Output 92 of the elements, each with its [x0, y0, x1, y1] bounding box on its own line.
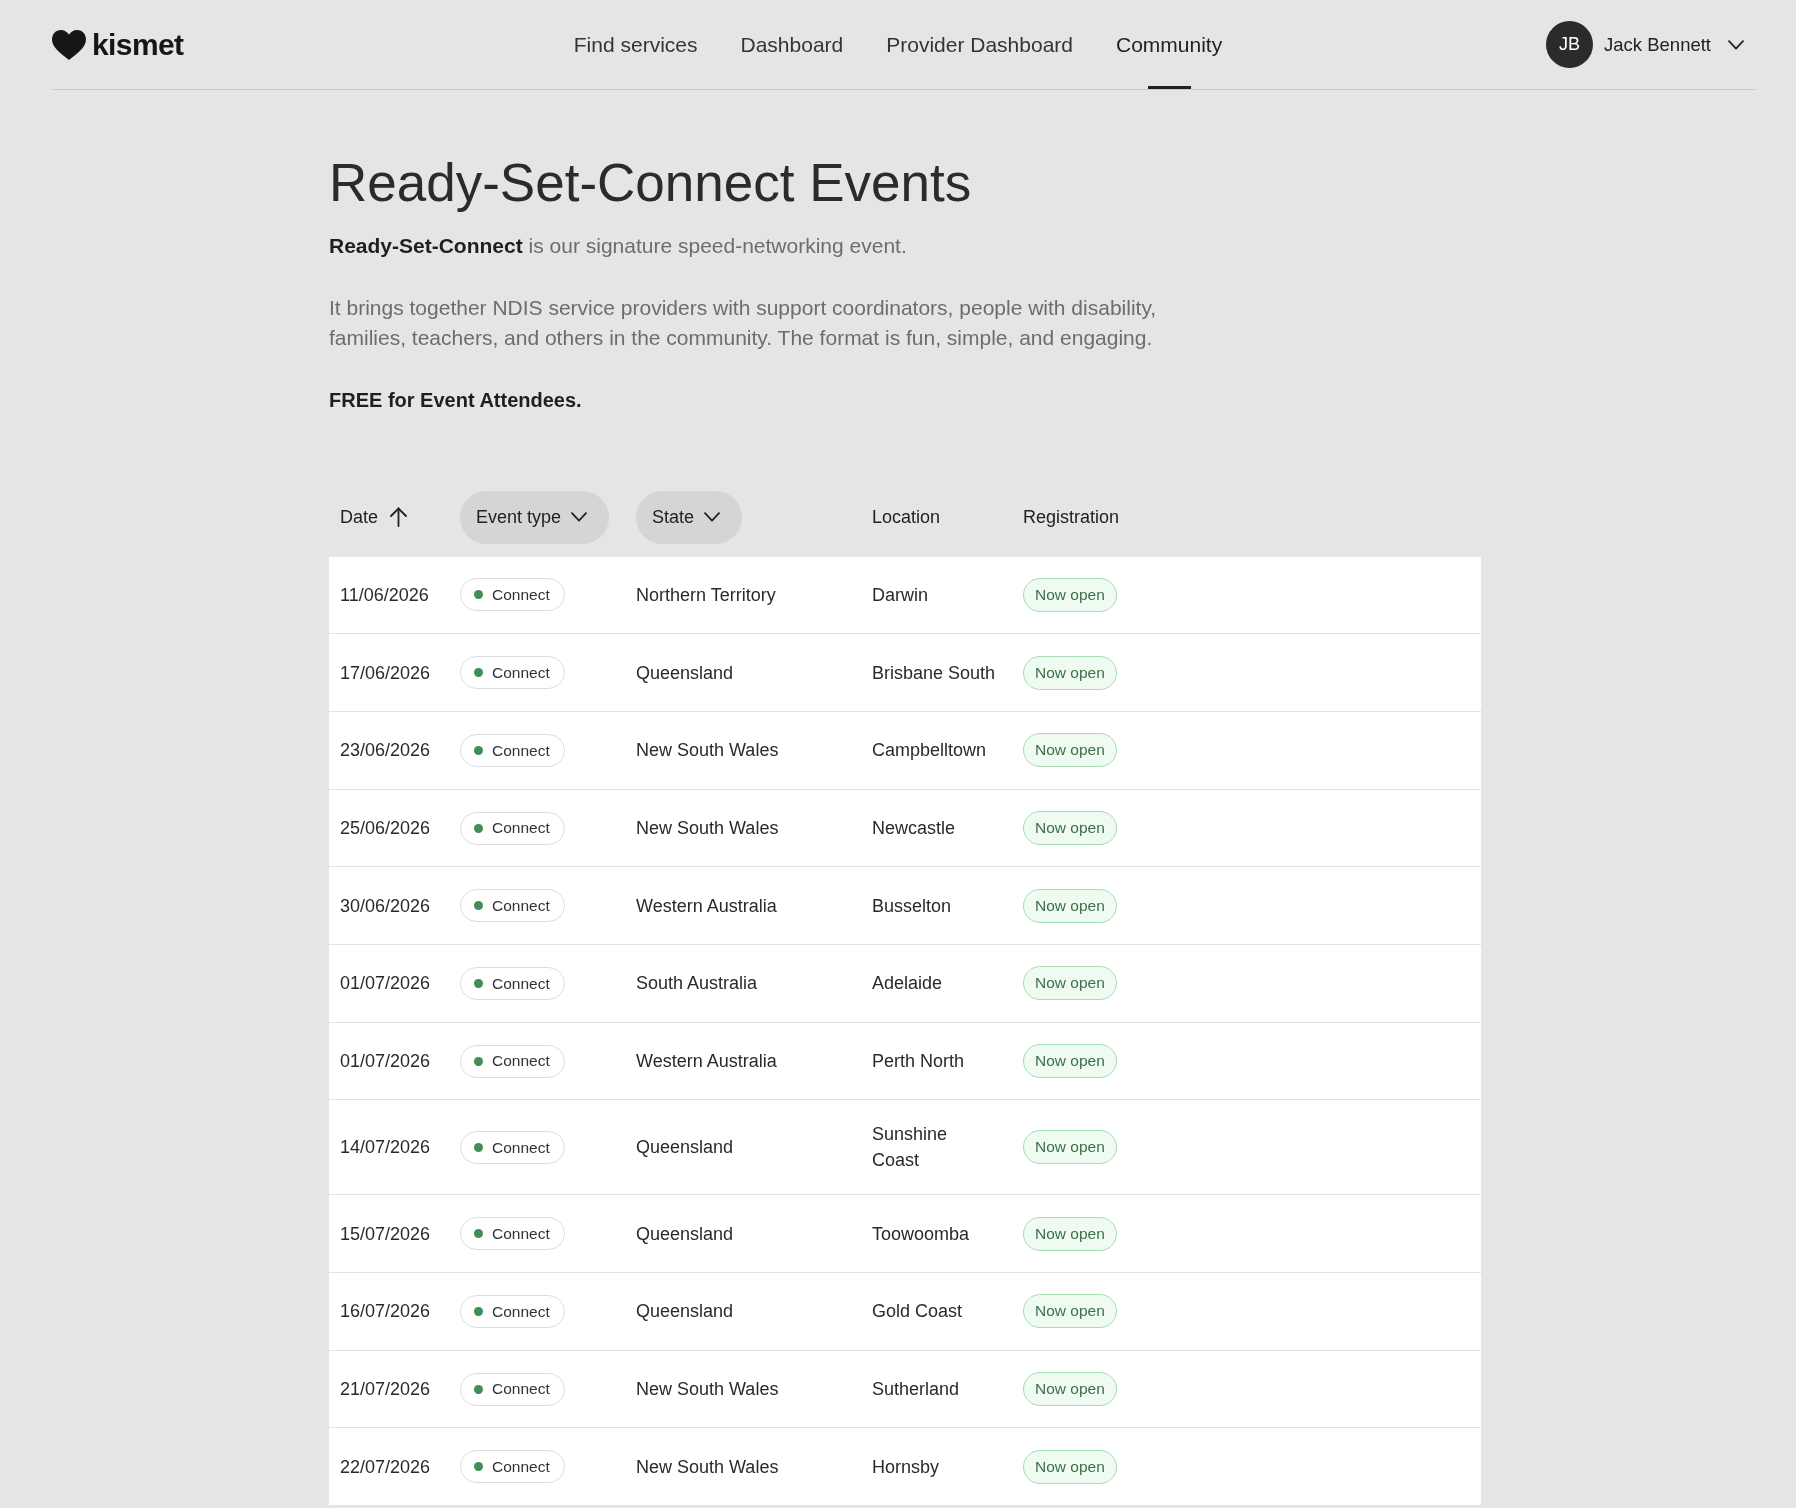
nav-link[interactable]: Community: [1116, 0, 1223, 89]
registration-badge: Now open: [1023, 577, 1117, 612]
location-name: Darwin: [872, 583, 928, 607]
sort-button[interactable]: Date: [340, 503, 408, 531]
registration-badge: Now open: [1023, 1216, 1117, 1251]
heart-icon: [52, 29, 86, 60]
event-date: 11/06/2026: [340, 583, 429, 607]
filter-button[interactable]: Event type: [460, 490, 610, 544]
chevron-down-icon: [571, 512, 588, 523]
tag-label: Connect: [492, 664, 550, 681]
status-dot-icon: [474, 901, 483, 911]
registration-badge: Now open: [1023, 655, 1117, 690]
description-text: It brings together NDIS service providers with support coordinators, people with disability, families, teachers, and others in the community. The format is fun, simple, and engaging.: [329, 294, 1158, 352]
status-dot-icon: [474, 1142, 483, 1152]
intro-text: Ready-Set-Connect is our signature speed-networking event.: [329, 232, 907, 259]
state-name: New South Wales: [636, 1378, 779, 1402]
tag-label: Connect: [492, 1381, 550, 1397]
event-date: 01/07/2026: [340, 972, 431, 996]
state-name: New South Wales: [636, 739, 779, 763]
location-name: Perth North: [872, 1050, 965, 1074]
filter-button[interactable]: State: [636, 490, 743, 544]
location-name: Campbelltown: [872, 739, 987, 763]
column-header: Registration: [1023, 505, 1120, 529]
nav-link[interactable]: Find services: [573, 0, 698, 89]
avatar: JB: [1546, 21, 1594, 68]
user-menu-button[interactable]: Jack Bennett: [1604, 30, 1744, 59]
tag-label: Connect: [492, 1226, 550, 1242]
event-date: 22/07/2026: [340, 1455, 431, 1479]
chevron-down-icon: [704, 512, 721, 523]
location-name: Sunshine Coast: [872, 1123, 949, 1173]
state-name: New South Wales: [636, 817, 779, 840]
state-name: Western Australia: [636, 894, 777, 918]
registration-badge: Now open: [1023, 966, 1117, 1001]
location-name: Hornsby: [872, 1455, 940, 1479]
location-name: Brisbane South: [872, 661, 996, 685]
event-date: 16/07/2026: [340, 1300, 431, 1324]
state-name: Queensland: [636, 1222, 734, 1246]
registration-badge: Now open: [1023, 733, 1117, 768]
registration-badge: Now open: [1023, 811, 1117, 845]
page-title: Ready-Set-Connect Events: [329, 152, 972, 214]
status-dot-icon: [474, 745, 483, 755]
tag-label: Connect: [492, 1053, 550, 1069]
tag-label: Connect: [492, 1139, 550, 1156]
logo-link[interactable]: kismet: [52, 29, 184, 60]
registration-badge: Now open: [1023, 888, 1117, 923]
location-name: Newcastle: [872, 817, 956, 840]
nav-link[interactable]: Provider Dashboard: [886, 0, 1073, 89]
status-dot-icon: [474, 590, 483, 600]
chevron-down-icon: [1728, 39, 1744, 50]
state-name: Queensland: [636, 1300, 734, 1324]
status-dot-icon: [474, 668, 483, 678]
registration-badge: Now open: [1023, 1372, 1117, 1407]
event-date: 01/07/2026: [340, 1050, 431, 1074]
state-name: Northern Territory: [636, 583, 776, 607]
event-date: 30/06/2026: [340, 894, 431, 918]
state-name: Western Australia: [636, 1050, 777, 1074]
location-name: Toowoomba: [872, 1222, 970, 1246]
status-dot-icon: [474, 1056, 483, 1066]
event-date: 17/06/2026: [340, 661, 431, 685]
location-name: Busselton: [872, 894, 952, 918]
state-name: Queensland: [636, 661, 734, 685]
state-name: South Australia: [636, 972, 758, 996]
registration-badge: Now open: [1023, 1044, 1117, 1079]
registration-badge: Now open: [1023, 1449, 1117, 1484]
tag-label: Connect: [492, 587, 550, 603]
state-name: Queensland: [636, 1136, 734, 1160]
free-note: FREE for Event Attendees.: [329, 387, 582, 413]
registration-badge: Now open: [1023, 1294, 1117, 1329]
event-date: 21/07/2026: [340, 1378, 431, 1402]
registration-badge: Now open: [1023, 1130, 1117, 1165]
tag-label: Connect: [492, 897, 550, 914]
tag-label: Connect: [492, 975, 550, 992]
event-date: 15/07/2026: [340, 1222, 431, 1246]
event-date: 23/06/2026: [340, 739, 431, 763]
tag-label: Connect: [492, 1459, 550, 1475]
state-name: New South Wales: [636, 1455, 779, 1479]
location-name: Gold Coast: [872, 1300, 963, 1324]
status-dot-icon: [474, 1462, 483, 1472]
nav-link[interactable]: Dashboard: [740, 0, 844, 89]
status-dot-icon: [474, 1306, 483, 1316]
status-dot-icon: [474, 978, 483, 988]
status-dot-icon: [474, 1384, 483, 1394]
tag-label: Connect: [492, 1303, 550, 1320]
event-date: 25/06/2026: [340, 817, 431, 840]
event-date: 14/07/2026: [340, 1136, 431, 1160]
column-header: Location: [872, 505, 941, 529]
status-dot-icon: [474, 1229, 483, 1239]
tag-label: Connect: [492, 820, 550, 836]
location-name: Sutherland: [872, 1378, 960, 1402]
location-name: Adelaide: [872, 972, 943, 996]
status-dot-icon: [474, 823, 483, 833]
tag-label: Connect: [492, 742, 550, 759]
